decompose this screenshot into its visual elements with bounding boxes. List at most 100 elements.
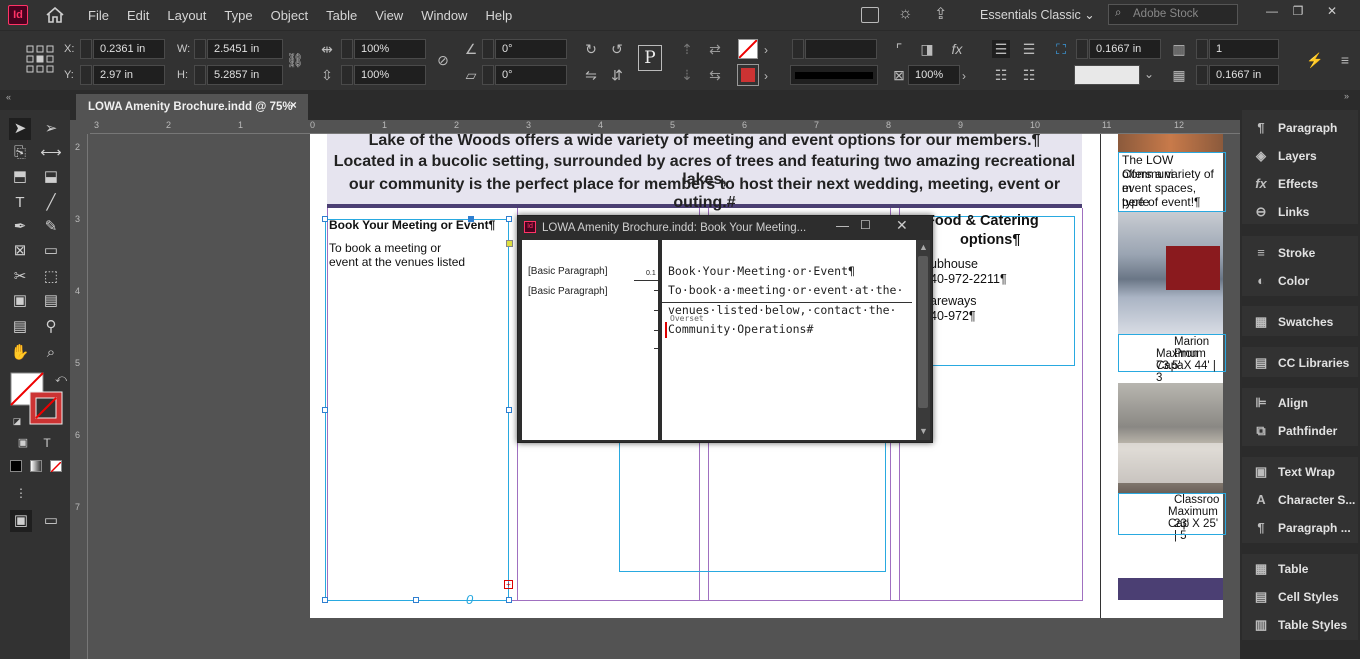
food-heading-1[interactable]: Food & Catering <box>926 214 1039 229</box>
content-placer-icon[interactable]: ⬓ <box>40 166 62 188</box>
book-body-line-2[interactable]: event at the venues listed <box>329 255 465 269</box>
panel-align[interactable]: ⊫ Align <box>1252 395 1308 411</box>
panel-paragraph[interactable]: ¶ Paragraph <box>1252 120 1337 135</box>
rotate-cw-icon[interactable]: ↻ <box>582 40 600 58</box>
panel-effects[interactable]: fx Effects <box>1252 176 1318 191</box>
fill-stroke-swatches[interactable] <box>10 372 63 425</box>
low-text-line-4[interactable]: type of event!¶ <box>1122 195 1201 209</box>
line-tool-icon[interactable]: ╱ <box>40 192 62 214</box>
screen-mode-icon[interactable]: ⋮ <box>10 482 32 504</box>
book-body-line-1[interactable]: To book a meeting or <box>329 241 441 255</box>
scale-x-field[interactable]: 100% <box>354 39 426 59</box>
content-collector-icon[interactable]: ⬒ <box>9 166 31 188</box>
select-content-icon[interactable]: ⇣ <box>678 66 696 84</box>
header-line-3[interactable]: our community is the perfect place for m… <box>327 176 1082 212</box>
minimize-button[interactable]: — <box>1262 4 1282 22</box>
gradient-feather-tool-icon[interactable]: ▤ <box>40 290 62 312</box>
flip-vertical-icon[interactable]: ⇵ <box>608 66 626 84</box>
menu-type[interactable]: Type <box>224 8 252 23</box>
selection-tool-icon[interactable]: ➤ <box>9 118 31 140</box>
rotate-ccw-icon[interactable]: ↺ <box>608 40 626 58</box>
align-center-text-icon[interactable]: ☰ <box>1020 40 1038 58</box>
selection-handle[interactable] <box>413 597 419 603</box>
fill-dropdown-chevron-icon[interactable]: › <box>764 43 768 57</box>
page-tool-icon[interactable]: ⎘ <box>9 142 31 164</box>
text-frame-chevron-icon[interactable]: ⌄ <box>1144 67 1154 81</box>
food-heading-2[interactable]: options¶ <box>960 233 1020 248</box>
w-field[interactable]: 2.5451 in <box>207 39 283 59</box>
formatting-text-icon[interactable]: T <box>36 432 58 454</box>
hand-tool-icon[interactable]: ✋ <box>9 342 31 364</box>
panel-swatches[interactable]: ▦ Swatches <box>1252 314 1334 330</box>
text-frame-fill-field[interactable] <box>1074 65 1140 85</box>
classroom-photo[interactable] <box>1118 383 1223 493</box>
selection-handle[interactable] <box>322 597 328 603</box>
empty-graphic-frame[interactable] <box>619 441 886 572</box>
fill-swatch[interactable] <box>738 39 758 59</box>
gym-photo[interactable] <box>1118 212 1223 334</box>
stroke-weight-spinner[interactable] <box>792 39 804 59</box>
collapse-tools-icon[interactable]: « <box>6 92 11 102</box>
reference-point-icon[interactable] <box>26 45 54 73</box>
eyedropper-tool-icon[interactable]: ⚲ <box>40 316 62 338</box>
corner-options-icon[interactable]: ⌜ <box>890 40 908 58</box>
close-app-button[interactable]: ✕ <box>1322 4 1342 22</box>
panel-links[interactable]: ⊖ Links <box>1252 204 1310 220</box>
stroke-swatch[interactable] <box>737 64 759 86</box>
food-line-2[interactable]: 40-972-2211¶ <box>930 272 1007 286</box>
panel-table-styles[interactable]: ▥ Table Styles <box>1252 617 1347 633</box>
free-transform-tool-icon[interactable]: ⬚ <box>40 266 62 288</box>
story-line-1[interactable]: Book·Your·Meeting·or·Event¶ <box>668 264 855 278</box>
h-spinner[interactable] <box>194 65 206 85</box>
story-line-4[interactable]: Community·Operations# <box>668 322 813 336</box>
share-screen-icon[interactable] <box>861 7 879 23</box>
default-fill-stroke-icon[interactable]: ◪ <box>6 410 28 432</box>
link-scale-icon[interactable]: ⊘ <box>434 51 452 69</box>
panel-cell-styles[interactable]: ▤ Cell Styles <box>1252 589 1339 605</box>
menu-help[interactable]: Help <box>485 8 512 23</box>
path-type-icon[interactable]: P <box>638 45 662 71</box>
menu-table[interactable]: Table <box>326 8 357 23</box>
panel-menu-icon[interactable]: ≡ <box>1336 51 1354 69</box>
zoom-tool-icon[interactable]: ⌕ <box>40 342 62 364</box>
rectangle-frame-tool-icon[interactable]: ⊠ <box>9 240 31 262</box>
food-line-4[interactable]: 40-972¶ <box>930 309 976 323</box>
pencil-tool-icon[interactable]: ✎ <box>40 216 62 238</box>
menu-object[interactable]: Object <box>271 8 309 23</box>
story-scrollbar[interactable]: ▲ ▼ <box>916 240 930 440</box>
classroom-caption-frame[interactable] <box>1118 493 1226 535</box>
align-top-text-icon[interactable]: ☰ <box>992 40 1010 58</box>
marion-line-3[interactable]: 73.5' X 44' | 3 <box>1156 360 1223 384</box>
menu-view[interactable]: View <box>375 8 403 23</box>
document-tab[interactable]: LOWA Amenity Brochure.indd @ 75% × <box>76 94 308 120</box>
columns-field[interactable]: 1 <box>1209 39 1279 59</box>
story-text-area[interactable]: Book·Your·Meeting·or·Event¶ To·book·a·me… <box>662 240 916 440</box>
shear-spinner[interactable] <box>482 65 494 85</box>
gutter-field[interactable]: 0.1667 in <box>1089 39 1161 59</box>
menu-window[interactable]: Window <box>421 8 467 23</box>
panel-pathfinder[interactable]: ⧉ Pathfinder <box>1252 423 1337 439</box>
scroll-thumb[interactable] <box>918 256 928 408</box>
x-field[interactable]: 0.2361 in <box>93 39 165 59</box>
restore-button[interactable]: ❐ <box>1288 4 1308 22</box>
drop-shadow-icon[interactable]: ◨ <box>918 40 936 58</box>
selection-handle[interactable] <box>322 407 328 413</box>
align-bottom-text-icon[interactable]: ☷ <box>992 66 1010 84</box>
publish-icon[interactable]: ⇪ <box>934 4 947 24</box>
y-spinner[interactable] <box>80 65 92 85</box>
columns-spinner[interactable] <box>1196 39 1208 59</box>
h-field[interactable]: 5.2857 in <box>207 65 283 85</box>
rotate-spinner[interactable] <box>482 39 494 59</box>
panel-layers[interactable]: ◈ Layers <box>1252 148 1317 164</box>
selection-handle[interactable] <box>506 407 512 413</box>
panel-table[interactable]: ▦ Table <box>1252 561 1309 577</box>
normal-view-icon[interactable]: ▣ <box>10 510 32 532</box>
type-tool-icon[interactable]: T <box>9 192 31 214</box>
menu-layout[interactable]: Layout <box>167 8 206 23</box>
direct-selection-tool-icon[interactable]: ➢ <box>40 118 62 140</box>
menu-edit[interactable]: Edit <box>127 8 149 23</box>
x-spinner[interactable] <box>80 39 92 59</box>
selection-handle[interactable] <box>506 597 512 603</box>
story-editor-window[interactable]: Id LOWA Amenity Brochure.indd: Book Your… <box>517 215 933 443</box>
quick-apply-icon[interactable]: ⚡ <box>1306 51 1324 69</box>
